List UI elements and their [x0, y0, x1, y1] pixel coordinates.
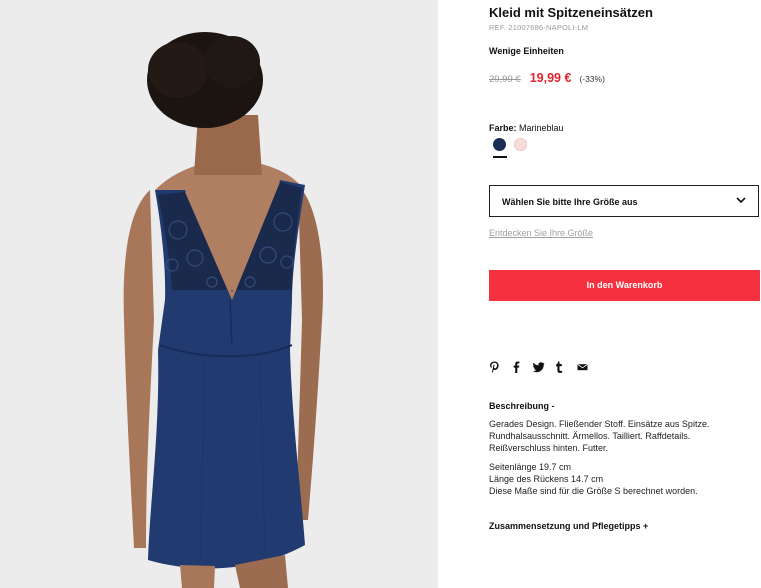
- stock-status: Wenige Einheiten: [489, 46, 564, 56]
- size-select-label: Wählen Sie bitte Ihre Größe aus: [502, 197, 638, 207]
- tumblr-icon[interactable]: [555, 361, 566, 373]
- email-icon[interactable]: [577, 361, 588, 373]
- measure-line-2: Länge des Rückens 14.7 cm: [489, 474, 604, 484]
- measure-line-1: Seitenlänge 19.7 cm: [489, 462, 572, 472]
- model-back-illustration: [0, 0, 438, 588]
- product-image[interactable]: [0, 0, 438, 588]
- size-guide-link[interactable]: Entdecken Sie Ihre Größe: [489, 228, 593, 238]
- pinterest-icon[interactable]: [489, 361, 500, 373]
- color-swatch-navy[interactable]: [493, 138, 506, 151]
- share-icons: [489, 361, 588, 373]
- color-value: Marineblau: [519, 123, 564, 133]
- color-label: Farbe: Marineblau: [489, 123, 564, 133]
- selected-swatch-indicator: [493, 156, 507, 158]
- product-ref: REF. 21007686-NAPOLI-LM: [489, 23, 589, 32]
- description-text: Gerades Design. Fließender Stoff. Einsät…: [489, 418, 749, 497]
- discount-badge: (-33%): [579, 74, 605, 84]
- old-price: 29,99 €: [489, 74, 521, 85]
- add-to-cart-button[interactable]: In den Warenkorb: [489, 270, 760, 301]
- description-heading[interactable]: Beschreibung -: [489, 401, 555, 411]
- sale-price: 19,99 €: [529, 71, 572, 85]
- color-swatch-pink[interactable]: [514, 138, 527, 151]
- size-select[interactable]: Wählen Sie bitte Ihre Größe aus: [489, 185, 759, 217]
- composition-heading[interactable]: Zusammensetzung und Pflegetipps +: [489, 521, 648, 531]
- product-title: Kleid mit Spitzeneinsätzen: [489, 5, 653, 20]
- facebook-icon[interactable]: [511, 361, 522, 373]
- color-label-prefix: Farbe:: [489, 123, 517, 133]
- description-paragraph: Gerades Design. Fließender Stoff. Einsät…: [489, 419, 710, 453]
- chevron-down-icon: [736, 197, 746, 204]
- price-row: 29,99 € 19,99 € (-33%): [489, 71, 605, 85]
- measure-line-3: Diese Maße sind für die Größe S berechne…: [489, 486, 698, 496]
- twitter-icon[interactable]: [533, 361, 545, 373]
